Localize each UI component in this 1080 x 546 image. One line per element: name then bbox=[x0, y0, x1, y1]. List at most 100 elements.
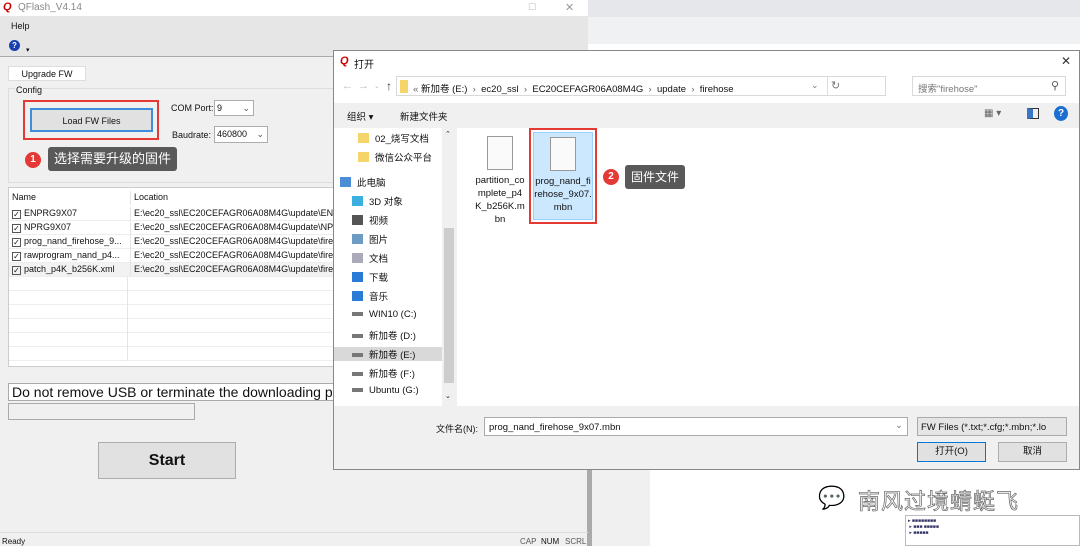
name-cell: ✓ prog_nand_firehose_9... bbox=[12, 235, 127, 248]
sidebar-label: 下载 bbox=[369, 273, 389, 284]
sidebar-item[interactable]: 文档 bbox=[352, 251, 388, 265]
help-icon[interactable]: ? bbox=[9, 40, 20, 51]
sidebar-item[interactable]: 视频 bbox=[352, 213, 388, 227]
sidebar-label: 微信公众平台 bbox=[375, 153, 433, 164]
cancel-button[interactable]: 取消 bbox=[998, 442, 1067, 462]
checkbox[interactable]: ✓ bbox=[12, 210, 21, 219]
sidebar-item[interactable]: 此电脑 bbox=[340, 175, 386, 189]
dialog-app-icon: Q bbox=[340, 55, 349, 67]
column-name[interactable]: Name bbox=[12, 191, 127, 204]
location-cell: E:\ec20_ssl\EC20CEFAGR06A08M4G\update\fi… bbox=[130, 263, 353, 277]
sidebar-item[interactable]: 下载 bbox=[352, 270, 388, 284]
sidebar-scrollbar[interactable]: ⌃ ⌄ bbox=[442, 128, 456, 406]
sidebar-item[interactable]: 02_烧写文档 bbox=[358, 131, 429, 145]
close-icon[interactable]: ✕ bbox=[1061, 54, 1071, 68]
scrollbar-thumb[interactable] bbox=[444, 228, 454, 383]
forward-icon[interactable]: → bbox=[358, 80, 369, 92]
chevron-right-icon: › bbox=[518, 84, 533, 95]
scroll-up-icon[interactable]: ⌃ bbox=[445, 130, 451, 138]
address-bar[interactable]: « 新加卷 (E:) › ec20_ssl › EC20CEFAGR06A08M… bbox=[396, 76, 886, 96]
close-icon[interactable]: ✕ bbox=[565, 1, 574, 14]
wechat-icon: 💬 bbox=[818, 485, 846, 511]
back-icon[interactable]: ← bbox=[342, 80, 353, 92]
qflash-logo-icon: Q bbox=[3, 1, 12, 13]
computer-icon bbox=[340, 177, 351, 187]
window-title: QFlash_V4.14 bbox=[18, 2, 82, 13]
refresh-icon[interactable]: ↻ bbox=[831, 79, 840, 92]
music-icon bbox=[352, 291, 363, 301]
breadcrumb-item[interactable]: ec20_ssl bbox=[481, 84, 519, 95]
start-button[interactable]: Start bbox=[98, 442, 236, 479]
view-icon[interactable]: ▦ ▾ bbox=[984, 108, 1001, 119]
open-button[interactable]: 打开(O) bbox=[917, 442, 986, 462]
checkbox[interactable]: ✓ bbox=[12, 224, 21, 233]
indicator-scrl: SCRL bbox=[565, 537, 587, 546]
drive-icon bbox=[352, 372, 363, 376]
file-name: ENPRG9X07 bbox=[24, 208, 78, 218]
file-type-select[interactable]: FW Files (*.txt;*.cfg;*.mbn;*.lo bbox=[917, 417, 1067, 436]
empty-row bbox=[9, 291, 341, 305]
baudrate-select[interactable]: 460800 ⌄ bbox=[214, 126, 268, 143]
breadcrumb-item[interactable]: update bbox=[657, 84, 686, 95]
table-row[interactable]: ✓ rawprogram_nand_p4... E:\ec20_ssl\EC20CE… bbox=[9, 249, 353, 263]
menu-bar: Help bbox=[0, 16, 588, 36]
tab-upgrade-fw[interactable]: Upgrade FW bbox=[8, 66, 86, 81]
location-cell: E:\ec20_ssl\EC20CEFAGR06A08M4G\update\fi… bbox=[130, 249, 353, 263]
drive-icon bbox=[352, 353, 363, 357]
menu-help[interactable]: Help bbox=[11, 21, 30, 31]
table-row[interactable]: ✓ ENPRG9X07 E:\ec20_ssl\EC20CEFAGR06A08M4G… bbox=[9, 207, 358, 221]
table-row[interactable]: ✓ prog_nand_firehose_9... E:\ec20_ssl\EC20… bbox=[9, 235, 353, 249]
table-row[interactable]: ✓ NPRG9X07 E:\ec20_ssl\EC20CEFAGR06A08M4G\… bbox=[9, 221, 356, 235]
drive-icon bbox=[352, 312, 363, 316]
recent-icon[interactable]: ⌄ bbox=[374, 82, 380, 90]
empty-row bbox=[9, 347, 341, 361]
command-bar: 组织 ▾ 新建文件夹 ▦ ▾ ? bbox=[334, 103, 1079, 127]
organize-button[interactable]: 组织 ▾ bbox=[347, 109, 373, 123]
step-1-badge: 1 bbox=[25, 152, 41, 168]
sidebar-item[interactable]: 图片 bbox=[352, 232, 388, 246]
search-icon: ⚲ bbox=[1051, 80, 1060, 92]
file-item[interactable]: partition_complete_p4K_b256K.mbn bbox=[475, 136, 525, 226]
table-header: Name Location bbox=[9, 191, 341, 205]
com-port-select[interactable]: 9 ⌄ bbox=[214, 100, 254, 116]
file-item-selected[interactable]: prog_nand_firehose_9x07.mbn bbox=[533, 132, 593, 220]
navigation-pane: 02_烧写文档微信公众平台此电脑 3D 对象视频图片文档下载音乐 WIN10 (C:… bbox=[334, 128, 456, 406]
sidebar-item[interactable]: 3D 对象 bbox=[352, 194, 403, 208]
sidebar-item[interactable]: 微信公众平台 bbox=[358, 150, 432, 164]
chevron-right-icon: › bbox=[686, 84, 700, 95]
sidebar-label: Ubuntu (G:) bbox=[369, 385, 419, 396]
new-folder-button[interactable]: 新建文件夹 bbox=[400, 109, 448, 123]
background-window-header bbox=[588, 0, 1080, 17]
step-2-tooltip: 固件文件 bbox=[625, 165, 686, 189]
help-icon[interactable]: ? bbox=[1054, 106, 1068, 121]
indicator-cap: CAP bbox=[520, 537, 537, 546]
breadcrumb-item[interactable]: firehose bbox=[700, 84, 734, 95]
step-1-tooltip: 选择需要升级的固件 bbox=[48, 147, 178, 171]
preview-pane-icon[interactable] bbox=[1027, 108, 1039, 119]
breadcrumb-item[interactable]: EC20CEFAGR06A08M4G bbox=[532, 84, 643, 95]
sidebar-item[interactable]: 音乐 bbox=[352, 289, 388, 303]
filename-input[interactable]: prog_nand_firehose_9x07.mbn ⌄ bbox=[484, 417, 908, 436]
load-fw-files-button[interactable]: Load FW Files bbox=[30, 108, 153, 132]
up-icon[interactable]: ↑ bbox=[386, 79, 392, 93]
sidebar-item[interactable]: 新加卷 (E:) bbox=[334, 347, 442, 361]
folder-icon bbox=[400, 80, 408, 93]
column-location[interactable]: Location bbox=[130, 191, 168, 205]
checkbox[interactable]: ✓ bbox=[12, 266, 21, 275]
chevron-down-icon[interactable]: ⌄ bbox=[811, 80, 819, 91]
checkbox[interactable]: ✓ bbox=[12, 252, 21, 261]
sidebar-item[interactable]: 新加卷 (F:) bbox=[352, 366, 415, 380]
checkbox[interactable]: ✓ bbox=[12, 238, 21, 247]
search-input[interactable]: 搜索"firehose" ⚲ bbox=[912, 76, 1066, 96]
scroll-down-icon[interactable]: ⌄ bbox=[445, 392, 451, 400]
sidebar-item[interactable]: 新加卷 (D:) bbox=[352, 328, 416, 342]
table-row[interactable]: ✓ patch_p4K_b256K.xml E:\ec20_ssl\EC20CEFA… bbox=[9, 263, 353, 277]
sidebar-item[interactable]: WIN10 (C:) bbox=[352, 309, 417, 320]
sidebar-item[interactable]: Ubuntu (G:) bbox=[352, 385, 419, 396]
breadcrumb-item[interactable]: 新加卷 (E:) bbox=[421, 84, 467, 95]
maximize-icon[interactable]: ☐ bbox=[528, 2, 536, 13]
title-bar: Q QFlash_V4.14 ☐ ✕ bbox=[0, 0, 588, 16]
status-text: Ready bbox=[2, 537, 26, 546]
toolbar-overflow-icon[interactable]: ▾ bbox=[26, 46, 30, 54]
chevron-down-icon: ⌄ bbox=[256, 129, 264, 139]
